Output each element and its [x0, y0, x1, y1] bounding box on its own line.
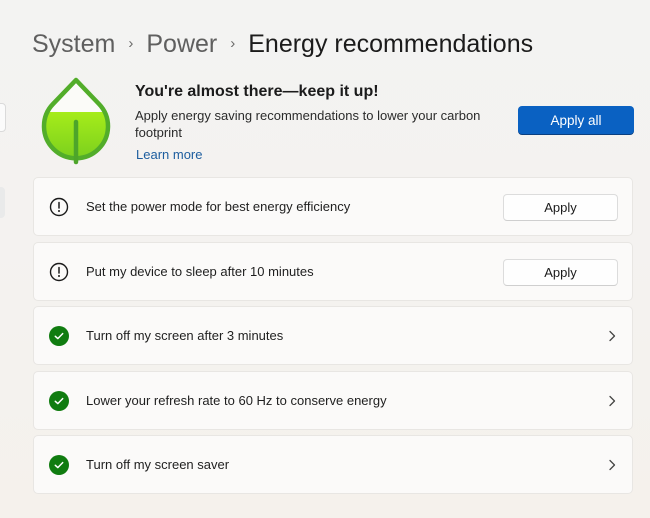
- recommendation-label: Turn off my screen saver: [86, 457, 230, 472]
- breadcrumb: System › Power › Energy recommendations: [32, 27, 533, 61]
- warning-circle-icon: [49, 197, 69, 217]
- recommendation-label: Turn off my screen after 3 minutes: [86, 328, 284, 343]
- warning-circle-icon: [49, 262, 69, 282]
- recommendation-label: Lower your refresh rate to 60 Hz to cons…: [86, 393, 387, 408]
- chevron-right-icon[interactable]: [606, 394, 618, 408]
- apply-button[interactable]: Apply: [503, 259, 618, 286]
- breadcrumb-separator: ›: [128, 34, 134, 52]
- breadcrumb-system[interactable]: System: [32, 30, 115, 59]
- breadcrumb-separator: ›: [230, 34, 236, 52]
- recommendation-card[interactable]: Turn off my screen after 3 minutes: [33, 306, 633, 365]
- checkmark-circle-icon: [49, 326, 69, 346]
- hero-title: You're almost there—keep it up!: [135, 83, 379, 100]
- chevron-right-icon[interactable]: [606, 329, 618, 343]
- learn-more-link[interactable]: Learn more: [136, 147, 202, 162]
- breadcrumb-power[interactable]: Power: [146, 30, 217, 59]
- recommendation-card[interactable]: Turn off my screen saver: [33, 435, 633, 494]
- recommendation-card[interactable]: Lower your refresh rate to 60 Hz to cons…: [33, 371, 633, 430]
- apply-button[interactable]: Apply: [503, 194, 618, 221]
- hero-description: Apply energy saving recommendations to l…: [135, 108, 481, 140]
- checkmark-circle-icon: [49, 391, 69, 411]
- page-title: Energy recommendations: [248, 29, 534, 58]
- apply-all-button[interactable]: Apply all: [518, 106, 634, 134]
- chevron-right-icon[interactable]: [606, 458, 618, 472]
- recommendation-label: Set the power mode for best energy effic…: [86, 199, 351, 214]
- sidebar-search-box-edge[interactable]: [0, 103, 6, 132]
- recommendation-card: Set the power mode for best energy effic…: [33, 177, 633, 236]
- recommendation-card: Put my device to sleep after 10 minutes …: [33, 242, 633, 301]
- checkmark-circle-icon: [49, 455, 69, 475]
- sidebar-selected-item-edge[interactable]: [0, 187, 5, 218]
- leaf-icon: [41, 76, 111, 166]
- recommendation-label: Put my device to sleep after 10 minutes: [86, 264, 314, 279]
